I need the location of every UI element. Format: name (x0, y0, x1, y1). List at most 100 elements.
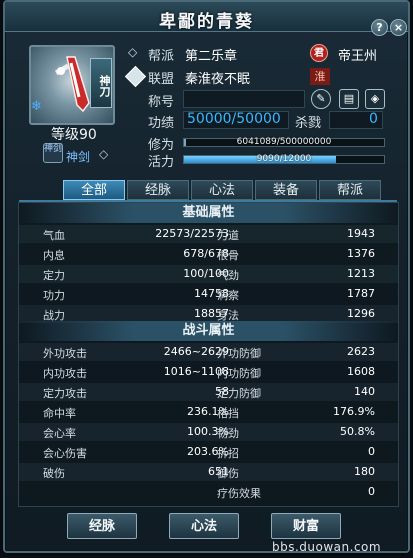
tab-bar: 全部 经脉 心法 装备 帮派 (63, 180, 383, 200)
stat-row: 功力 14758 洞察 1787 (19, 285, 398, 303)
stat-label: 根骨 (217, 249, 239, 262)
fish-icon[interactable]: ◈ (365, 89, 385, 109)
stat-label: 外功防御 (217, 347, 261, 360)
stat-value: 1376 (347, 247, 375, 260)
heart-method-button[interactable]: 心法 (169, 513, 239, 539)
close-button[interactable]: × (390, 19, 407, 36)
sect-diamond-icon[interactable]: ◇ (99, 147, 108, 161)
snowflake-icon: ❄ (31, 99, 42, 114)
meridians-button[interactable]: 经脉 (67, 513, 137, 539)
stat-value: 236.1% (187, 405, 229, 418)
sect-icon: 神剑 (43, 143, 63, 163)
stat-label: 洞察 (217, 289, 239, 302)
stat-value: 203.6% (187, 445, 229, 458)
league-tag: 淮 (310, 68, 330, 85)
stat-value: 651 (208, 465, 229, 478)
stat-value: 2466~2629 (163, 345, 229, 358)
sword-emblem-icon (54, 56, 90, 113)
character-panel: 卑鄙的青葵 ? × 神刀 ❄ 等级90 神剑 神剑 ◇ ◇ 帮派 第二乐章 君 … (3, 0, 410, 553)
guild-value[interactable]: 第二乐章 (185, 45, 237, 64)
stats-area: 基础属性 气血 22573/22573 力道 1943 内息 678/678 根骨 1376 定… (18, 202, 399, 507)
kills-label: 杀戮 (295, 116, 322, 131)
sect-name: 神剑 (66, 150, 91, 164)
vitality-text: 9090/12000 (256, 154, 312, 164)
stat-row: 气血 22573/22573 力道 1943 (19, 225, 398, 243)
stat-row: 会心伤害 203.6% 拆招 0 (19, 443, 398, 461)
stat-row: 会心率 100.3% 韧劲 50.8% (19, 423, 398, 441)
stat-value: 1296 (347, 307, 375, 320)
wealth-button[interactable]: 财富 (271, 513, 341, 539)
level-text: 等级90 (51, 127, 97, 143)
book-icon[interactable]: ▤ (339, 89, 359, 109)
league-label: 联盟 (148, 72, 175, 87)
stat-label: 命中率 (43, 407, 76, 420)
stat-label: 定力防御 (217, 387, 261, 400)
stat-label: 格挡 (217, 407, 239, 420)
stat-label: 内息 (43, 249, 65, 262)
stat-label: 功力 (43, 289, 65, 302)
stat-label: 会心伤害 (43, 447, 87, 460)
stat-label: 破伤 (43, 467, 65, 480)
server-seal-icon: 君 (310, 44, 328, 62)
title-field[interactable] (183, 90, 305, 108)
help-button[interactable]: ? (371, 19, 388, 36)
stat-value: 100/100 (183, 267, 229, 280)
stat-value: 18857 (194, 307, 229, 320)
stat-label: 气劲 (217, 269, 239, 282)
stat-label: 内功防御 (217, 367, 261, 380)
stat-label: 拆招 (217, 447, 239, 460)
stat-label: 定力 (43, 269, 65, 282)
tab-all[interactable]: 全部 (63, 180, 125, 200)
stat-value: 0 (368, 485, 375, 498)
stat-label: 疗伤效果 (217, 487, 261, 500)
stat-label: 韧劲 (217, 427, 239, 440)
brush-icon[interactable]: ✎ (311, 89, 331, 109)
cultivation-text: 6041089/500000000 (236, 137, 332, 147)
stat-label: 御伤 (217, 467, 239, 480)
title-bar[interactable]: 卑鄙的青葵 (5, 2, 408, 32)
stat-value: 1787 (347, 287, 375, 300)
stat-value: 58 (215, 385, 229, 398)
stat-row: 命中率 236.1% 格挡 176.9% (19, 403, 398, 421)
combat-attributes-title: 战斗属性 (19, 321, 398, 341)
guild-diamond-icon[interactable]: ◇ (128, 45, 137, 59)
stat-value: 50.8% (340, 425, 375, 438)
stat-value: 678/678 (183, 247, 229, 260)
stat-value: 180 (354, 465, 375, 478)
stat-value: 14758 (194, 287, 229, 300)
kills-value: 0 (369, 111, 378, 127)
stat-value: 100.3% (187, 425, 229, 438)
basic-attributes-title: 基础属性 (19, 203, 398, 223)
stat-row: 定力 100/100 气劲 1213 (19, 265, 398, 283)
tab-meridians[interactable]: 经脉 (127, 180, 189, 200)
stat-row: 内功攻击 1016~1108 内功防御 1608 (19, 363, 398, 381)
stat-value: 1213 (347, 267, 375, 280)
stat-value: 0 (368, 445, 375, 458)
stat-value: 140 (354, 385, 375, 398)
stat-row: 定力攻击 58 定力防御 140 (19, 383, 398, 401)
watermark: bbs.duowan.com (272, 540, 382, 554)
stat-label: 外功攻击 (43, 347, 87, 360)
vitality-bar: 9090/12000 (183, 154, 385, 164)
stat-value: 1943 (347, 227, 375, 240)
cultivation-bar: 6041089/500000000 (183, 137, 385, 147)
stat-label: 内功攻击 (43, 367, 87, 380)
title-label: 称号 (148, 95, 175, 110)
stat-label: 力道 (217, 229, 239, 242)
stat-label: 会心率 (43, 427, 76, 440)
stat-row: 破伤 651 御伤 180 (19, 463, 398, 481)
stat-row: 疗伤效果 0 (19, 483, 398, 501)
achievement-value: 50000/50000 (187, 111, 281, 127)
stat-value: 1608 (347, 365, 375, 378)
server-name: 帝王州 (338, 49, 378, 64)
league-value[interactable]: 秦淮夜不眠 (185, 68, 250, 87)
class-tag: 神刀 (90, 58, 112, 108)
guild-label: 帮派 (148, 49, 175, 64)
stat-label: 气血 (43, 229, 65, 242)
stat-value: 1016~1108 (163, 365, 229, 378)
tab-heart-method[interactable]: 心法 (191, 180, 253, 200)
window-title: 卑鄙的青葵 (159, 12, 254, 32)
tab-guild[interactable]: 帮派 (319, 180, 381, 200)
tab-equipment[interactable]: 装备 (255, 180, 317, 200)
stat-row: 外功攻击 2466~2629 外功防御 2623 (19, 343, 398, 361)
